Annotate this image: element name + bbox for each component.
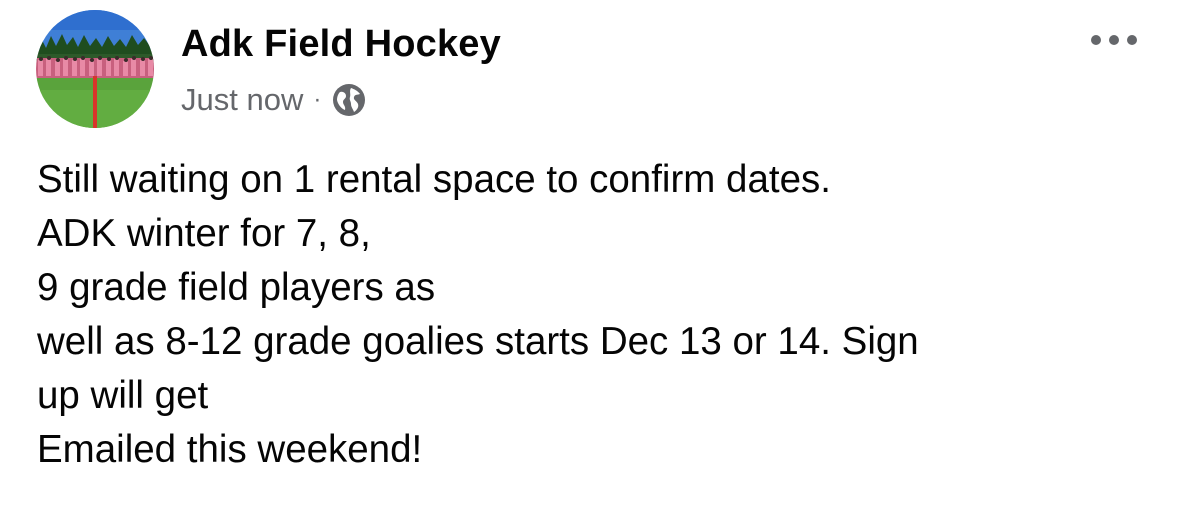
page-avatar[interactable] xyxy=(36,10,154,128)
more-options-button[interactable] xyxy=(1084,22,1144,58)
post-message-line: Emailed this weekend! xyxy=(37,428,423,471)
globe-icon[interactable] xyxy=(331,82,367,118)
team-photo-avatar xyxy=(36,10,154,128)
more-horizontal-icon xyxy=(1091,35,1137,45)
page-name-link[interactable]: Adk Field Hockey xyxy=(181,20,501,68)
post-message-line: Still waiting on 1 rental space to confi… xyxy=(37,158,831,201)
post-message-line: well as 8-12 grade goalies starts Dec 13… xyxy=(37,320,919,363)
facebook-post: Adk Field Hockey Just now · Still waitin… xyxy=(0,0,1179,523)
post-meta: Just now · xyxy=(181,80,367,120)
post-message: Still waiting on 1 rental space to confi… xyxy=(37,153,1137,477)
timestamp-link[interactable]: Just now xyxy=(181,82,303,118)
post-message-line: 9 grade field players as xyxy=(37,266,436,309)
post-message-line: ADK winter for 7, 8, xyxy=(37,212,371,255)
meta-separator: · xyxy=(313,86,322,113)
post-message-line: up will get xyxy=(37,374,209,417)
